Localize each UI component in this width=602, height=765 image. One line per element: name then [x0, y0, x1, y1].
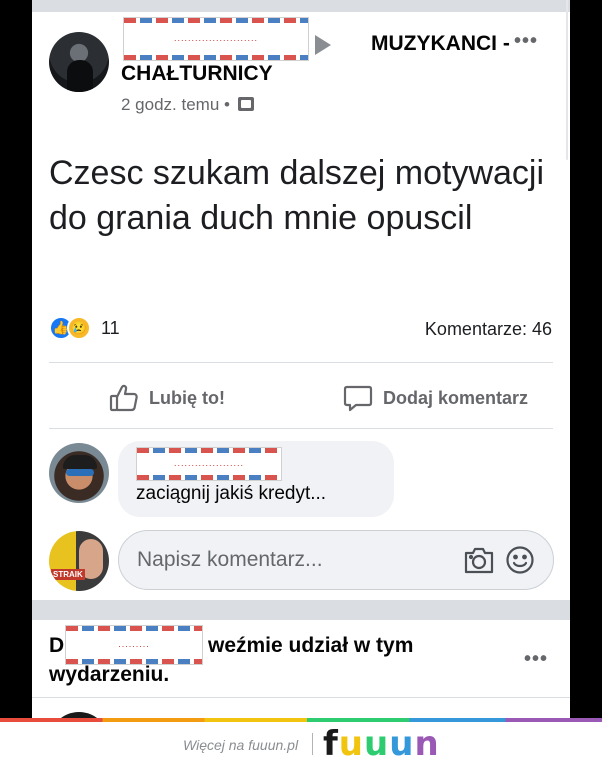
watermark-divider [312, 733, 313, 755]
like-label: Lubię to! [149, 387, 225, 408]
thumbs-up-icon [109, 384, 138, 412]
comments-count[interactable]: Komentarze: 46 [425, 319, 552, 340]
comment-input[interactable] [137, 545, 437, 575]
add-comment-button[interactable]: Dodaj komentarz [342, 380, 528, 416]
reactions-count: 11 [101, 318, 120, 338]
avatar-tag: STRAIK [51, 569, 85, 580]
meta-separator: • [224, 95, 230, 114]
top-separator [32, 0, 570, 12]
divider [49, 428, 553, 429]
group-name[interactable]: MUZYKANCI - [371, 32, 510, 56]
event-notice-text-continued: wydarzeniu. [49, 663, 170, 686]
comment-composer[interactable] [118, 530, 554, 590]
like-button[interactable]: Lubię to! [108, 380, 225, 416]
screen-edge [570, 0, 602, 720]
add-comment-label: Dodaj komentarz [383, 387, 529, 408]
current-user-avatar: STRAIK [49, 531, 109, 591]
event-more-options-icon[interactable]: ••• [524, 648, 548, 671]
divider [32, 697, 570, 698]
watermark-text: Więcej na fuuun.pl [183, 737, 299, 753]
post-body-text: Czesc szukam dalszej motywacji do grania… [49, 154, 545, 237]
feed-separator [32, 600, 570, 620]
post-meta: 2 godz. temu • [121, 95, 254, 115]
redacted-commenter-name: .................... [136, 447, 282, 481]
redacted-attendee-name: ......... [65, 625, 203, 665]
commenter-avatar[interactable] [49, 443, 109, 503]
app-screen: ........................ MUZYKANCI - CHA… [32, 0, 570, 720]
post-more-options-icon[interactable]: ••• [514, 30, 538, 53]
group-arrow-icon [315, 35, 331, 55]
divider [49, 362, 553, 363]
emoji-icon[interactable] [505, 545, 535, 575]
group-name-continued[interactable]: CHAŁTURNICY [121, 62, 273, 86]
author-avatar[interactable] [49, 32, 109, 92]
comment-bubble-icon [343, 385, 373, 412]
camera-icon[interactable] [463, 545, 495, 575]
watermark-footer: Więcej na fuuun.pl fuuun [0, 722, 602, 765]
brand-logo: fuuun [323, 724, 440, 764]
post-time[interactable]: 2 godz. temu [121, 95, 219, 114]
comment-text: zaciągnij jakiś kredyt... [136, 483, 327, 504]
event-attendee-initial[interactable]: D [49, 634, 64, 658]
sad-reaction-icon: 😢 [67, 316, 91, 340]
group-privacy-icon [237, 97, 254, 111]
redacted-author-name: ........................ [123, 17, 309, 61]
comment-bubble: .................... zaciągnij jakiś kre… [118, 441, 394, 517]
event-notice-text: weźmie udział w tym [208, 634, 414, 657]
scroll-indicator [566, 0, 568, 160]
